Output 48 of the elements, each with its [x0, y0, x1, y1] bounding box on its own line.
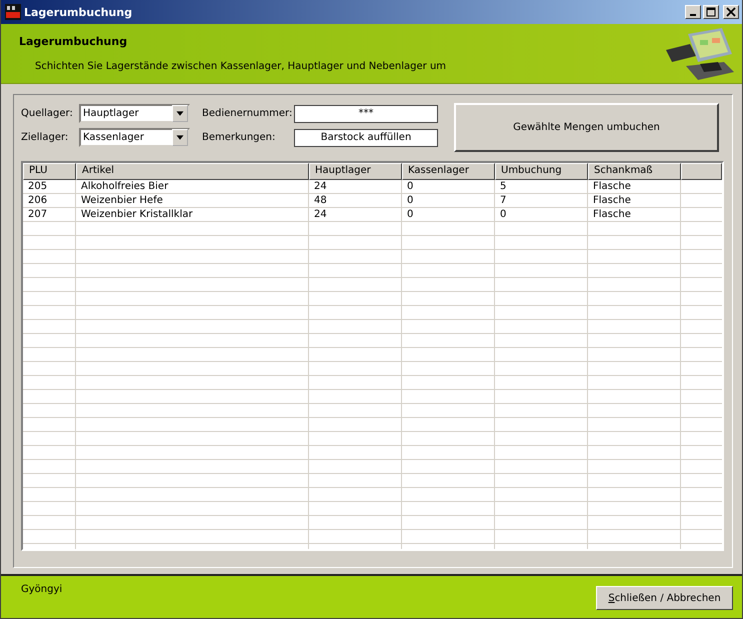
column-header[interactable]: PLU: [23, 163, 76, 180]
maximize-icon: [706, 7, 716, 17]
header-subtitle: Schichten Sie Lagerstände zwischen Kassenlager, Hauptlager und Nebenlager um: [34, 61, 446, 72]
table-cell: 0: [402, 208, 495, 221]
minimize-button[interactable]: [685, 5, 701, 19]
target-dropdown[interactable]: Kassenlager: [79, 128, 190, 147]
table-cell: 7: [495, 194, 588, 207]
close-button[interactable]: [723, 5, 739, 19]
table-cell: Flasche: [588, 194, 681, 207]
column-header[interactable]: Schankmaß: [588, 163, 681, 180]
column-header[interactable]: Kassenlager: [402, 163, 495, 180]
column-header[interactable]: Umbuchung: [495, 163, 588, 180]
minimize-icon: [690, 14, 696, 16]
target-label: Ziellager:: [21, 132, 70, 143]
table-cell: 24: [309, 208, 402, 221]
source-dropdown[interactable]: Hauptlager: [79, 104, 190, 123]
table-cell: Alkoholfreies Bier: [76, 180, 309, 193]
dropdown-arrow-icon: [172, 129, 188, 146]
table-cell: 48: [309, 194, 402, 207]
close-icon: [726, 7, 736, 17]
table-cell: 5: [495, 180, 588, 193]
dropdown-arrow-icon: [172, 105, 188, 122]
table-cell: 206: [23, 194, 76, 207]
app-logo-icon: [5, 4, 21, 20]
window-title: Lagerumbuchung: [24, 6, 132, 18]
column-header[interactable]: Hauptlager: [309, 163, 402, 180]
table-cell: 205: [23, 180, 76, 193]
user-name: Gyöngyi: [21, 584, 62, 595]
table-cell: Flasche: [588, 208, 681, 221]
table-cell: Flasche: [588, 180, 681, 193]
notes-field[interactable]: Barstock auffüllen: [294, 128, 438, 146]
table-cell: 24: [309, 180, 402, 193]
table-cell: 0: [495, 208, 588, 221]
close-cancel-button[interactable]: Schließen / Abbrechen: [596, 586, 733, 610]
operator-label: Bedienernummer:: [201, 108, 294, 119]
column-header[interactable]: Artikel: [76, 163, 309, 180]
header-title: Lagerumbuchung: [19, 35, 128, 48]
table-cell: 0: [402, 180, 495, 193]
table-cell: 0: [402, 194, 495, 207]
maximize-button[interactable]: [703, 5, 719, 19]
table-cell: Weizenbier Hefe: [76, 194, 309, 207]
table-cell: Weizenbier Kristallklar: [76, 208, 309, 221]
pos-terminal-drawing: [664, 26, 736, 82]
notes-label: Bemerkungen:: [201, 132, 276, 143]
transfer-button[interactable]: Gewählte Mengen umbuchen: [454, 103, 719, 152]
operator-field[interactable]: ***: [294, 104, 438, 122]
source-label: Quellager:: [21, 108, 74, 119]
table-cell: 207: [23, 208, 76, 221]
